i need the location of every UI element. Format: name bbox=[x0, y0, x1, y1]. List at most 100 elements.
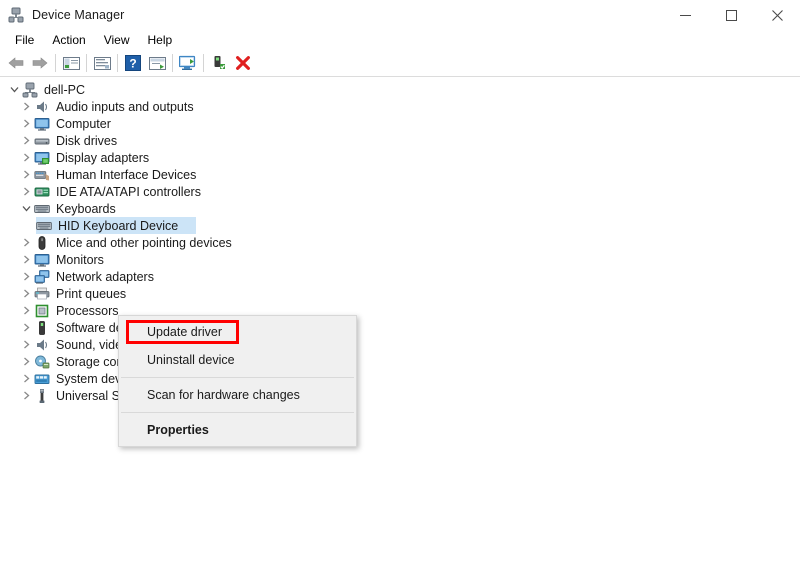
enable-device-icon[interactable] bbox=[207, 52, 231, 74]
chevron-right-icon[interactable] bbox=[18, 269, 34, 285]
context-menu[interactable]: Update driver Uninstall device Scan for … bbox=[118, 315, 357, 447]
chevron-right-icon[interactable] bbox=[18, 371, 34, 387]
forward-icon[interactable] bbox=[28, 52, 52, 74]
device-manager-icon bbox=[8, 7, 24, 23]
tree-row[interactable]: IDE ATA/ATAPI controllers bbox=[0, 183, 800, 200]
tree-item-label: Keyboards bbox=[56, 201, 116, 216]
chevron-right-icon[interactable] bbox=[18, 337, 34, 353]
speaker-icon bbox=[34, 99, 50, 115]
scan-hardware-changes-icon[interactable] bbox=[176, 52, 200, 74]
chevron-right-icon[interactable] bbox=[18, 116, 34, 132]
menu-help[interactable]: Help bbox=[139, 31, 182, 50]
computer-root-icon bbox=[22, 82, 38, 98]
chevron-right-icon[interactable] bbox=[18, 252, 34, 268]
menu-action[interactable]: Action bbox=[43, 31, 94, 50]
keyboard-icon bbox=[34, 201, 50, 217]
update-driver-icon[interactable] bbox=[145, 52, 169, 74]
processor-icon bbox=[34, 303, 50, 319]
tree-item-label: Human Interface Devices bbox=[56, 167, 197, 182]
tree-item-label: Print queues bbox=[56, 286, 127, 301]
ctx-uninstall-device[interactable]: Uninstall device bbox=[119, 346, 356, 374]
window-title: Device Manager bbox=[32, 8, 125, 22]
tree-item-label: Mice and other pointing devices bbox=[56, 235, 232, 250]
network-adapter-icon bbox=[34, 269, 50, 285]
hid-icon bbox=[34, 167, 50, 183]
chevron-right-icon[interactable] bbox=[18, 167, 34, 183]
tree-row-hid-keyboard-device[interactable]: HID Keyboard Device bbox=[0, 217, 800, 234]
ide-controller-icon bbox=[34, 184, 50, 200]
window-titlebar: Device Manager bbox=[0, 0, 800, 30]
chevron-right-icon[interactable] bbox=[18, 286, 34, 302]
toolbar-separator-5 bbox=[203, 54, 204, 72]
close-button[interactable] bbox=[754, 0, 800, 30]
chevron-right-icon[interactable] bbox=[18, 150, 34, 166]
chevron-right-icon[interactable] bbox=[18, 133, 34, 149]
tree-row[interactable]: Disk drives bbox=[0, 132, 800, 149]
back-icon[interactable] bbox=[4, 52, 28, 74]
tree-row[interactable]: Keyboards bbox=[0, 200, 800, 217]
speaker-icon bbox=[34, 337, 50, 353]
toolbar: ? bbox=[0, 50, 800, 76]
keyboard-icon bbox=[36, 218, 52, 234]
context-menu-separator bbox=[121, 412, 354, 413]
ctx-update-driver[interactable]: Update driver bbox=[119, 318, 356, 346]
tree-item-label: dell-PC bbox=[44, 82, 85, 97]
software-device-icon bbox=[34, 320, 50, 336]
svg-text:?: ? bbox=[129, 57, 136, 71]
toolbar-separator-2 bbox=[86, 54, 87, 72]
tree-item-label: Computer bbox=[56, 116, 111, 131]
tree-item-label: Monitors bbox=[56, 252, 104, 267]
tree-row[interactable]: Computer bbox=[0, 115, 800, 132]
device-tree-panel[interactable]: dell-PC Audio inputs and outputs Compute… bbox=[0, 77, 800, 569]
chevron-right-icon[interactable] bbox=[18, 388, 34, 404]
usb-icon bbox=[34, 388, 50, 404]
tree-row[interactable]: dell-PC bbox=[0, 81, 800, 98]
printer-icon bbox=[34, 286, 50, 302]
minimize-button[interactable] bbox=[662, 0, 708, 30]
tree-item-label: Audio inputs and outputs bbox=[56, 99, 194, 114]
toolbar-separator-3 bbox=[117, 54, 118, 72]
ctx-scan-hardware-changes[interactable]: Scan for hardware changes bbox=[119, 381, 356, 409]
mouse-icon bbox=[34, 235, 50, 251]
chevron-right-icon[interactable] bbox=[18, 354, 34, 370]
tree-row[interactable]: Print queues bbox=[0, 285, 800, 302]
tree-row[interactable]: Mice and other pointing devices bbox=[0, 234, 800, 251]
tree-item-label: Network adapters bbox=[56, 269, 154, 284]
window-controls bbox=[662, 0, 800, 30]
tree-row[interactable]: Audio inputs and outputs bbox=[0, 98, 800, 115]
disk-drive-icon bbox=[34, 133, 50, 149]
tree-row[interactable]: Network adapters bbox=[0, 268, 800, 285]
menu-file[interactable]: File bbox=[6, 31, 43, 50]
tree-item-label: Processors bbox=[56, 303, 119, 318]
show-hide-console-tree-icon[interactable] bbox=[59, 52, 83, 74]
chevron-right-icon[interactable] bbox=[18, 235, 34, 251]
ctx-properties[interactable]: Properties bbox=[119, 416, 356, 444]
properties-icon[interactable] bbox=[90, 52, 114, 74]
menubar: File Action View Help bbox=[0, 30, 800, 50]
help-icon[interactable]: ? bbox=[121, 52, 145, 74]
tree-item-label: Display adapters bbox=[56, 150, 150, 165]
chevron-right-icon[interactable] bbox=[18, 184, 34, 200]
tree-item-label: Disk drives bbox=[56, 133, 118, 148]
tree-item-label: IDE ATA/ATAPI controllers bbox=[56, 184, 201, 199]
maximize-button[interactable] bbox=[708, 0, 754, 30]
chevron-right-icon[interactable] bbox=[18, 320, 34, 336]
menu-view[interactable]: View bbox=[95, 31, 139, 50]
chevron-right-icon[interactable] bbox=[18, 99, 34, 115]
tree-row[interactable]: Display adapters bbox=[0, 149, 800, 166]
chevron-right-icon[interactable] bbox=[18, 303, 34, 319]
toolbar-separator-1 bbox=[55, 54, 56, 72]
display-adapter-icon bbox=[34, 150, 50, 166]
chevron-down-icon[interactable] bbox=[6, 82, 22, 98]
tree-row[interactable]: Monitors bbox=[0, 251, 800, 268]
system-device-icon bbox=[34, 371, 50, 387]
monitor-icon bbox=[34, 252, 50, 268]
tree-row[interactable]: Human Interface Devices bbox=[0, 166, 800, 183]
chevron-down-icon[interactable] bbox=[18, 201, 34, 217]
monitor-icon bbox=[34, 116, 50, 132]
tree-item-label: HID Keyboard Device bbox=[58, 218, 179, 233]
uninstall-device-icon[interactable] bbox=[231, 52, 255, 74]
toolbar-separator-4 bbox=[172, 54, 173, 72]
context-menu-separator bbox=[121, 377, 354, 378]
storage-controller-icon bbox=[34, 354, 50, 370]
